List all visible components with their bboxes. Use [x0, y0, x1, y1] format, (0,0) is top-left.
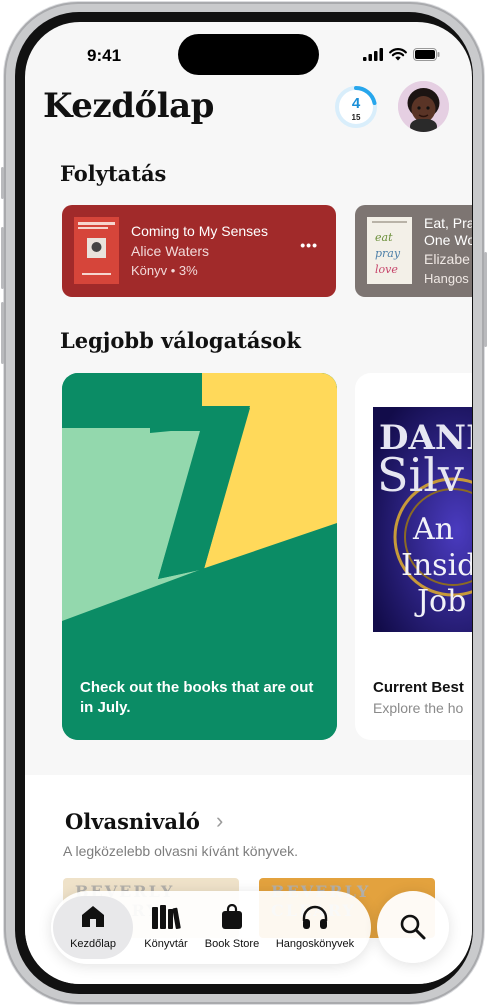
book-cover — [74, 217, 119, 284]
continue-card-coming-to-my-senses[interactable]: Coming to My Senses Alice Waters Könyv •… — [62, 205, 336, 297]
top-picks-section-title: Legjobb válogatások — [60, 328, 301, 353]
title-line: One Wo — [424, 232, 472, 248]
tab-label: Hangoskönyvek — [275, 938, 355, 950]
screen: 9:41 Kezdőlap 4 15 Folytatás Coming to M… — [25, 22, 472, 984]
cover-line-5: Job — [414, 584, 466, 619]
continue-book-title: Coming to My Senses — [131, 223, 268, 239]
svg-text:eat: eat — [375, 231, 393, 244]
avatar[interactable] — [398, 81, 449, 132]
book-cover-an-inside-job: DANI Silv An Insid Job — [373, 407, 472, 632]
book-cover: eat pray love — [367, 217, 412, 284]
tab-library[interactable]: Könyvtár — [135, 891, 197, 964]
tab-label: Könyvtár — [144, 938, 188, 950]
page-title: Kezdőlap — [43, 86, 214, 126]
magnifier-icon — [400, 914, 426, 940]
book-cover-art — [74, 217, 119, 284]
top-pick-card-current-best[interactable]: DANI Silv An Insid Job Current Best Expl… — [355, 373, 472, 740]
dynamic-island — [178, 34, 319, 75]
action-button — [1, 167, 4, 199]
svg-text:love: love — [375, 263, 398, 276]
continue-book-meta: Hangos — [424, 271, 469, 286]
reading-goal-ring[interactable]: 4 15 — [334, 85, 378, 129]
continue-section-title: Folytatás — [60, 161, 167, 186]
tab-book-store[interactable]: Book Store — [197, 891, 267, 964]
volume-down-button — [1, 302, 4, 364]
bag-icon — [222, 904, 242, 929]
tab-label: Kezdőlap — [70, 938, 116, 950]
tab-label: Book Store — [204, 938, 260, 950]
continue-book-author: Elizabe — [424, 251, 470, 267]
want-to-read-subtitle: A legközelebb olvasni kívánt könyvek. — [63, 843, 299, 859]
top-pick-card-july-books[interactable]: Check out the books that are out in July… — [62, 373, 337, 740]
want-to-read-title[interactable]: Olvasnivaló — [65, 809, 200, 834]
headphones-icon — [302, 905, 328, 929]
chevron-right-icon[interactable]: › — [216, 808, 223, 834]
cellular-signal-icon — [363, 48, 383, 61]
tab-home[interactable]: Kezdőlap — [51, 891, 135, 964]
cover-line-3: An — [412, 512, 454, 547]
continue-book-author: Alice Waters — [131, 243, 210, 259]
search-button[interactable] — [377, 891, 449, 963]
top-pick-title: Current Best — [373, 679, 464, 696]
wifi-icon — [389, 48, 407, 61]
goal-target: 15 — [351, 113, 361, 122]
library-icon — [152, 905, 181, 930]
more-options-icon[interactable]: ••• — [300, 237, 318, 253]
status-time: 9:41 — [87, 46, 122, 65]
svg-text:pray: pray — [375, 247, 401, 260]
title-line: Eat, Pra — [424, 215, 472, 231]
cover-line-4: Insid — [401, 548, 472, 583]
side-button — [484, 252, 487, 347]
home-icon — [82, 906, 104, 927]
status-icons — [363, 48, 440, 61]
memoji-avatar-icon — [398, 81, 449, 132]
tab-bar: Kezdőlap Könyvtár Book Store Hangoskönyv… — [51, 891, 371, 964]
continue-book-meta: Könyv • 3% — [131, 263, 198, 278]
book-cover-art: eat pray love — [367, 217, 412, 284]
cover-line-2: Silv — [377, 448, 464, 502]
continue-book-title: Eat, Pra One Wo — [424, 215, 472, 249]
goal-current: 4 — [351, 95, 361, 112]
continue-card-eat-pray-love[interactable]: eat pray love Eat, Pra One Wo Elizabe Ha… — [355, 205, 472, 297]
volume-up-button — [1, 227, 4, 289]
top-pick-subtitle: Explore the ho — [373, 700, 464, 716]
top-pick-text: Check out the books that are out in July… — [80, 679, 314, 716]
tab-audiobooks[interactable]: Hangoskönyvek — [267, 891, 363, 964]
battery-icon — [413, 48, 440, 61]
